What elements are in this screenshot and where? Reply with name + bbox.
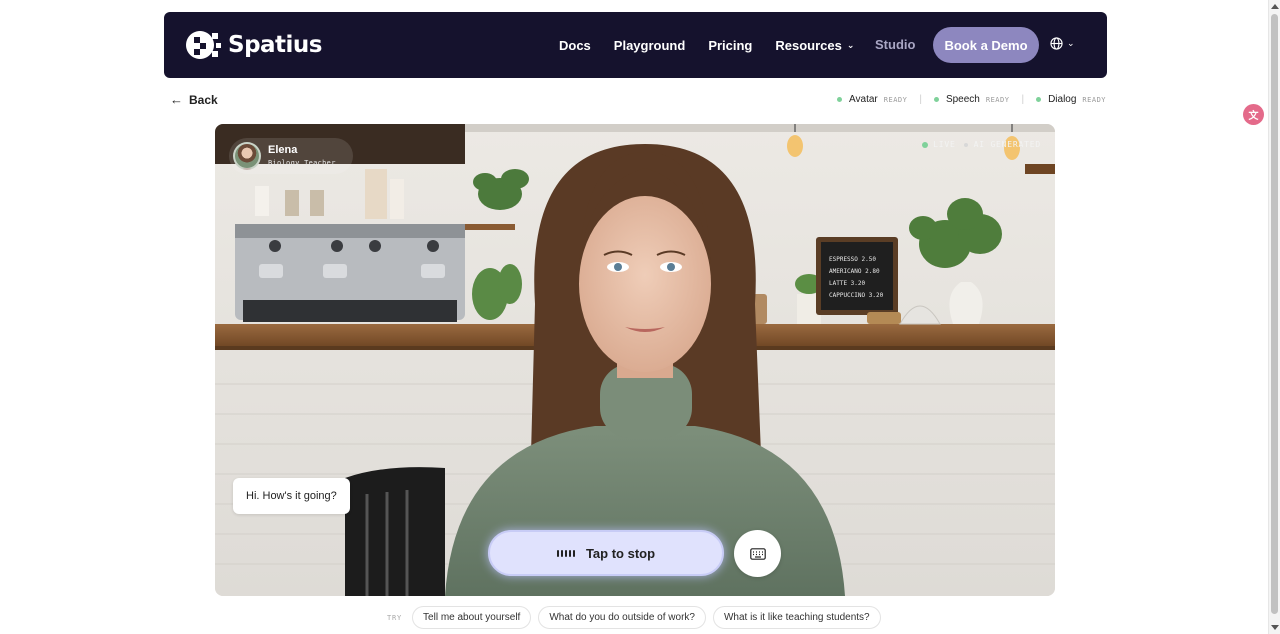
waveform-icon (556, 549, 577, 557)
avatar-identity-badge: Elena Biology Teacher (229, 138, 353, 174)
status-dot (933, 97, 939, 102)
globe-icon (1050, 37, 1063, 50)
avatar-video-frame: ESPRESSO 2.50 AMERICANO 2.80 LATTE 3.20 … (215, 124, 1055, 596)
page: Spatius Docs Playground Pricing Resource… (0, 0, 1280, 634)
status-label: Dialog (1048, 94, 1077, 105)
nav-link-resources-label: Resources (775, 37, 842, 53)
live-dot-icon (922, 141, 929, 148)
scroll-down-icon[interactable] (1271, 625, 1279, 630)
keyboard-toggle-button[interactable] (734, 530, 781, 577)
chevron-down-icon: ⌄ (1067, 38, 1075, 48)
live-indicator: LIVE AI GENERATED (922, 140, 1041, 149)
nav-link-playground[interactable]: Playground (614, 38, 686, 53)
nav-link-studio[interactable]: Studio (875, 37, 915, 52)
avatar-identity-text: Elena Biology Teacher (268, 145, 336, 167)
nav-link-pricing[interactable]: Pricing (708, 38, 752, 53)
status-dialog: Dialog READY (1036, 94, 1106, 105)
ai-generated-label: AI GENERATED (973, 140, 1041, 149)
divider: | (1021, 94, 1025, 105)
translate-icon[interactable]: 文 (1243, 104, 1264, 125)
brand-logo[interactable]: Spatius (186, 28, 323, 62)
suggested-prompts: TRY Tell me about yourself What do you d… (387, 606, 888, 629)
status-dot (837, 97, 843, 102)
logo-mark-icon (186, 31, 221, 59)
chevron-down-icon: ⌄ (846, 39, 855, 50)
divider: | (919, 94, 922, 105)
status-state: READY (1082, 95, 1106, 104)
status-speech: Speech READY (933, 94, 1010, 105)
try-label: TRY (387, 613, 403, 622)
scrollbar-thumb[interactable] (1271, 14, 1278, 614)
suggestion-chip[interactable]: What do you do outside of work? (538, 606, 706, 629)
status-state: READY (985, 95, 1010, 104)
scroll-up-icon[interactable] (1271, 4, 1279, 9)
status-dot (1036, 97, 1042, 102)
avatar-role: Biology Teacher (268, 159, 336, 167)
chalkboard-line: CAPPUCCINO 3.20 (829, 292, 884, 299)
back-button[interactable]: ← Back (170, 92, 218, 107)
suggestion-chip[interactable]: Tell me about yourself (412, 606, 532, 629)
tap-to-stop-label: Tap to stop (585, 545, 656, 561)
separator-dot-icon (963, 142, 968, 147)
system-status: Avatar READY | Speech READY | Dialog REA… (837, 94, 1106, 105)
tap-to-stop-button[interactable]: Tap to stop (488, 530, 724, 576)
live-label: LIVE (933, 140, 956, 149)
nav-link-resources[interactable]: Resources ⌄ (775, 38, 854, 53)
status-label: Avatar (849, 94, 878, 105)
avatar (233, 142, 261, 170)
chalkboard-line: ESPRESSO 2.50 (829, 256, 876, 263)
speech-bubble: Hi. How's it going? (233, 478, 350, 514)
brand-name: Spatius (228, 32, 323, 58)
arrow-left-icon: ← (170, 92, 183, 107)
chalkboard-line: LATTE 3.20 (829, 280, 866, 287)
language-selector[interactable]: ⌄ (1050, 37, 1075, 50)
avatar-name: Elena (268, 144, 298, 156)
status-avatar: Avatar READY (837, 94, 907, 105)
chalkboard-line: AMERICANO 2.80 (829, 268, 880, 275)
top-nav: Spatius Docs Playground Pricing Resource… (164, 12, 1107, 78)
status-state: READY (883, 95, 908, 104)
avatar-video-stage: ESPRESSO 2.50 AMERICANO 2.80 LATTE 3.20 … (215, 124, 1055, 596)
book-demo-button[interactable]: Book a Demo (933, 27, 1039, 63)
suggestion-chip[interactable]: What is it like teaching students? (712, 606, 881, 629)
keyboard-icon (749, 547, 766, 560)
status-label: Speech (945, 94, 980, 105)
nav-link-docs[interactable]: Docs (559, 38, 591, 53)
back-label: Back (189, 92, 218, 107)
nav-links: Docs Playground Pricing Resources ⌄ (559, 12, 877, 78)
page-scrollbar[interactable] (1268, 0, 1280, 634)
